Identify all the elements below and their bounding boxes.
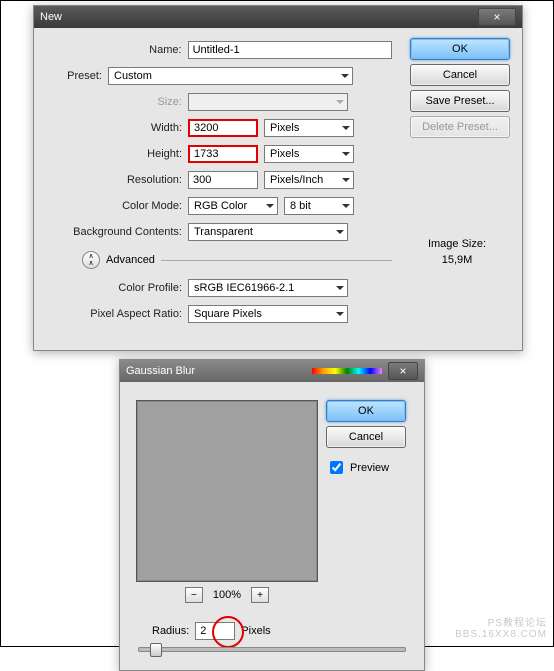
slider-thumb[interactable] — [150, 643, 162, 657]
new-dialog-titlebar: New × — [34, 6, 522, 28]
color-profile-dropdown[interactable]: sRGB IEC61966-2.1 — [188, 279, 348, 297]
zoom-in-button[interactable]: + — [251, 587, 269, 603]
preview-checkbox-row[interactable]: Preview — [326, 458, 406, 477]
chevron-down-icon — [336, 230, 344, 234]
resolution-input[interactable] — [188, 171, 258, 189]
chevron-down-icon — [336, 312, 344, 316]
preset-dropdown[interactable]: Custom — [108, 67, 353, 85]
chevron-down-icon — [336, 100, 344, 104]
resolution-label: Resolution: — [42, 174, 188, 186]
plus-icon: + — [257, 590, 263, 601]
zoom-out-button[interactable]: − — [185, 587, 203, 603]
minus-icon: − — [191, 590, 197, 601]
close-icon: × — [399, 364, 406, 378]
cancel-button[interactable]: Cancel — [410, 64, 510, 86]
chevron-down-icon — [336, 286, 344, 290]
color-depth-dropdown[interactable]: 8 bit — [284, 197, 354, 215]
image-size-label: Image Size: — [412, 238, 502, 250]
height-unit-value: Pixels — [270, 148, 299, 160]
chevron-down-icon — [341, 74, 349, 78]
pixel-aspect-value: Square Pixels — [194, 308, 262, 320]
watermark-line2: BBS.16XX8.COM — [455, 629, 547, 640]
color-mode-dropdown[interactable]: RGB Color — [188, 197, 278, 215]
pixel-aspect-label: Pixel Aspect Ratio: — [42, 308, 188, 320]
chevron-up-icon: ∧∧ — [88, 253, 93, 267]
delete-preset-button: Delete Preset... — [410, 116, 510, 138]
color-profile-value: sRGB IEC61966-2.1 — [194, 282, 294, 294]
close-button[interactable]: × — [388, 362, 418, 380]
resolution-unit-dropdown[interactable]: Pixels/Inch — [264, 171, 354, 189]
bg-contents-label: Background Contents: — [42, 226, 188, 238]
size-dropdown — [188, 93, 348, 111]
color-mode-label: Color Mode: — [42, 200, 188, 212]
image-size-value: 15,9M — [412, 254, 502, 266]
divider — [161, 260, 392, 261]
preset-value: Custom — [114, 70, 152, 82]
gaussian-blur-title: Gaussian Blur — [126, 365, 195, 377]
preview-area[interactable] — [136, 400, 318, 582]
watermark: PS教程论坛 BBS.16XX8.COM — [455, 618, 547, 640]
ok-button[interactable]: OK — [326, 400, 406, 422]
radius-label: Radius: — [152, 625, 189, 637]
name-input[interactable] — [188, 41, 392, 59]
preview-checkbox[interactable] — [330, 461, 343, 474]
height-input[interactable] — [188, 145, 258, 163]
width-unit-dropdown[interactable]: Pixels — [264, 119, 354, 137]
bg-contents-dropdown[interactable]: Transparent — [188, 223, 348, 241]
close-icon: × — [493, 10, 500, 24]
height-label: Height: — [42, 148, 188, 160]
chevron-down-icon — [342, 204, 350, 208]
width-unit-value: Pixels — [270, 122, 299, 134]
chevron-down-icon — [342, 152, 350, 156]
preview-label: Preview — [350, 462, 389, 474]
zoom-value: 100% — [213, 589, 241, 601]
new-dialog-title: New — [40, 11, 62, 23]
color-strip-icon — [312, 368, 382, 374]
slider-track — [138, 647, 406, 652]
color-depth-value: 8 bit — [290, 200, 311, 212]
color-profile-label: Color Profile: — [42, 282, 188, 294]
radius-unit: Pixels — [241, 625, 270, 637]
pixel-aspect-dropdown[interactable]: Square Pixels — [188, 305, 348, 323]
chevron-down-icon — [342, 178, 350, 182]
color-mode-value: RGB Color — [194, 200, 247, 212]
chevron-down-icon — [266, 204, 274, 208]
advanced-toggle[interactable]: ∧∧ — [82, 251, 100, 269]
advanced-label: Advanced — [106, 254, 155, 266]
cancel-button[interactable]: Cancel — [326, 426, 406, 448]
width-input[interactable] — [188, 119, 258, 137]
ok-button[interactable]: OK — [410, 38, 510, 60]
width-label: Width: — [42, 122, 188, 134]
watermark-line1: PS教程论坛 — [455, 618, 547, 629]
radius-slider[interactable] — [138, 642, 406, 656]
chevron-down-icon — [342, 126, 350, 130]
name-label: Name: — [42, 44, 188, 56]
bg-contents-value: Transparent — [194, 226, 253, 238]
save-preset-button[interactable]: Save Preset... — [410, 90, 510, 112]
radius-input[interactable] — [195, 622, 235, 640]
size-label: Size: — [42, 96, 188, 108]
height-unit-dropdown[interactable]: Pixels — [264, 145, 354, 163]
preset-label: Preset: — [42, 70, 108, 82]
close-button[interactable]: × — [478, 8, 516, 26]
resolution-unit-value: Pixels/Inch — [270, 174, 323, 186]
gaussian-blur-titlebar: Gaussian Blur × — [120, 360, 424, 382]
